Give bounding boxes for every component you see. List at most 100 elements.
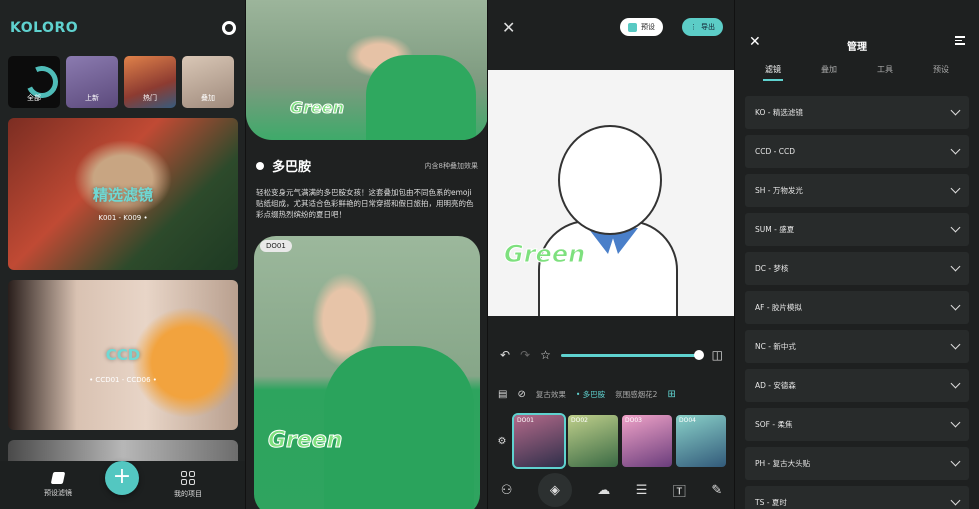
chevron-down-icon <box>950 222 961 233</box>
overlay-category-tabs: ▤ ⊘ 复古效果 • 多巴胺 氛围感烟花2 ⊞ <box>488 382 735 406</box>
filter-pack-card-ccd[interactable]: CCD • CCD01 - CCD06 • <box>8 280 238 430</box>
overlay-thumb[interactable]: DO02 <box>568 415 618 467</box>
pack-title: 多巴胺 <box>272 160 312 175</box>
editor-toolbar: ⚇ ◈ ☁ ☰ 🅃 ✎ <box>488 471 735 509</box>
nav-label: 我的项目 <box>174 490 202 498</box>
thumb-label: DO03 <box>625 417 642 424</box>
tab-tools[interactable]: 工具 <box>877 64 893 75</box>
add-button[interactable]: + <box>105 461 139 495</box>
chevron-down-icon <box>950 417 961 428</box>
card-title: CCD <box>105 346 141 364</box>
chevron-down-icon <box>950 183 961 194</box>
filter-pack-list: KO - 精选滤镜 CCD - CCD SH - 万物发光 SUM - 盛夏 D… <box>745 96 969 509</box>
close-icon[interactable]: ✕ <box>502 18 515 37</box>
manage-icon[interactable]: ⚙ <box>494 436 510 447</box>
tab-retro[interactable]: 复古效果 <box>536 389 566 400</box>
nav-label: 预设滤镜 <box>44 489 72 497</box>
editor-canvas[interactable]: Green <box>488 70 735 316</box>
overlay-thumb[interactable]: DO03 <box>622 415 672 467</box>
overlay-preview-image[interactable]: DO01 Green <box>254 236 480 509</box>
overlay-thumb-strip: ⚙ DO01 DO02 DO03 DO04 <box>488 413 735 469</box>
tab-overlays[interactable]: 叠加 <box>821 64 837 75</box>
category-row: 全部 上新 热门 叠加 <box>0 56 246 108</box>
none-icon[interactable]: ⊘ <box>517 389 525 400</box>
list-item[interactable]: SUM - 盛夏 <box>745 213 969 246</box>
list-item[interactable]: SOF - 柔焦 <box>745 408 969 441</box>
tab-fireworks[interactable]: 氛围感烟花2 <box>615 389 657 400</box>
grid-icon <box>181 471 195 485</box>
tab-filters[interactable]: 滤镜 <box>763 64 783 81</box>
thumb-label: DO01 <box>517 417 534 424</box>
slider-knob[interactable] <box>693 349 704 360</box>
export-button[interactable]: ⋮ 导出 <box>682 18 723 36</box>
settings-icon[interactable] <box>222 21 236 35</box>
list-item-label: CCD - CCD <box>755 147 795 156</box>
editor-screen: ✕ 预设 ⋮ 导出 Green ↶ ↷ ☆ ◫ ▤ ⊘ 复古效果 • 多巴胺 氛围… <box>488 0 735 509</box>
home-screen: KOLORO 全部 上新 热门 叠加 精选滤镜 K001 - K009 • CC… <box>0 0 246 509</box>
card-subtitle: • CCD01 - CCD06 • <box>89 376 157 384</box>
drawing-head <box>558 125 662 235</box>
pack-header: 多巴胺 内含8种叠加效果 <box>246 140 488 183</box>
layers-tool-icon[interactable]: ◈ <box>537 473 572 507</box>
star-icon[interactable]: ☆ <box>540 348 551 362</box>
list-item[interactable]: NC - 新中式 <box>745 330 969 363</box>
nav-projects[interactable]: 我的项目 <box>174 471 202 499</box>
compare-icon[interactable]: ◫ <box>712 348 723 362</box>
category-overlay[interactable]: 叠加 <box>182 56 234 108</box>
add-overlay-icon[interactable]: ⊞ <box>667 389 675 400</box>
preset-icon <box>628 22 637 32</box>
cloud-tool-icon[interactable]: ☁ <box>597 483 610 498</box>
list-item-label: KO - 精选滤镜 <box>755 108 803 117</box>
list-item-label: SOF - 柔焦 <box>755 420 793 429</box>
text-tool-icon[interactable]: 🅃 <box>673 481 686 500</box>
store-icon[interactable]: ▤ <box>498 389 507 400</box>
list-item[interactable]: AF - 胶片模拟 <box>745 291 969 324</box>
thumb-label: DO04 <box>679 417 696 424</box>
list-item-label: SUM - 盛夏 <box>755 225 795 234</box>
pack-description: 轻松变身元气满满的多巴胺女孩！这套叠加包由不同色系的emoji贴纸组成，尤其适合… <box>256 188 474 219</box>
tab-dopamine[interactable]: • 多巴胺 <box>576 389 605 400</box>
filter-pack-card-featured[interactable]: 精选滤镜 K001 - K009 • <box>8 118 238 270</box>
export-label: 导出 <box>701 23 715 31</box>
list-item[interactable]: KO - 精选滤镜 <box>745 96 969 129</box>
chevron-down-icon <box>950 456 961 467</box>
preset-button[interactable]: 预设 <box>620 18 663 36</box>
preview-tag: DO01 <box>260 240 292 252</box>
category-label: 热门 <box>143 94 157 102</box>
chevron-down-icon <box>950 495 961 506</box>
chevron-down-icon <box>950 300 961 311</box>
redo-icon[interactable]: ↷ <box>520 348 530 362</box>
list-item[interactable]: DC - 梦核 <box>745 252 969 285</box>
list-item[interactable]: TS - 夏时 <box>745 486 969 509</box>
list-item[interactable]: PH - 复古大头贴 <box>745 447 969 480</box>
list-item[interactable]: AD - 安德森 <box>745 369 969 402</box>
brand-logo: KOLORO <box>10 20 79 36</box>
home-header: KOLORO <box>0 0 246 56</box>
adjust-tool-icon[interactable]: ☰ <box>636 483 648 498</box>
sort-icon[interactable] <box>955 36 965 47</box>
list-item[interactable]: SH - 万物发光 <box>745 174 969 207</box>
brush-tool-icon[interactable]: ✎ <box>711 483 722 498</box>
card-subtitle: K001 - K009 • <box>98 214 148 222</box>
list-item[interactable]: CCD - CCD <box>745 135 969 168</box>
nav-presets[interactable]: 预设滤镜 <box>44 472 72 498</box>
undo-icon[interactable]: ↶ <box>500 348 510 362</box>
chevron-down-icon <box>950 105 961 116</box>
category-hot[interactable]: 热门 <box>124 56 176 108</box>
list-item-label: DC - 梦核 <box>755 264 789 273</box>
tab-presets[interactable]: 预设 <box>933 64 949 75</box>
hero-sticker-text: Green <box>289 98 345 118</box>
category-label: 全部 <box>27 94 41 102</box>
category-label: 上新 <box>85 94 99 102</box>
more-icon: ⋮ <box>690 23 697 31</box>
pack-dot-icon <box>256 161 264 170</box>
filter-tool-icon[interactable]: ⚇ <box>501 483 513 498</box>
intensity-slider[interactable] <box>560 349 704 360</box>
overlay-detail-screen: Green 多巴胺 内含8种叠加效果 轻松变身元气满满的多巴胺女孩！这套叠加包由… <box>246 0 488 509</box>
overlay-thumb[interactable]: DO01 <box>512 413 566 469</box>
category-all[interactable]: 全部 <box>8 56 60 108</box>
list-item-label: AD - 安德森 <box>755 381 796 390</box>
overlay-thumb[interactable]: DO04 <box>676 415 726 467</box>
slider-fill <box>560 353 699 357</box>
category-new[interactable]: 上新 <box>66 56 118 108</box>
